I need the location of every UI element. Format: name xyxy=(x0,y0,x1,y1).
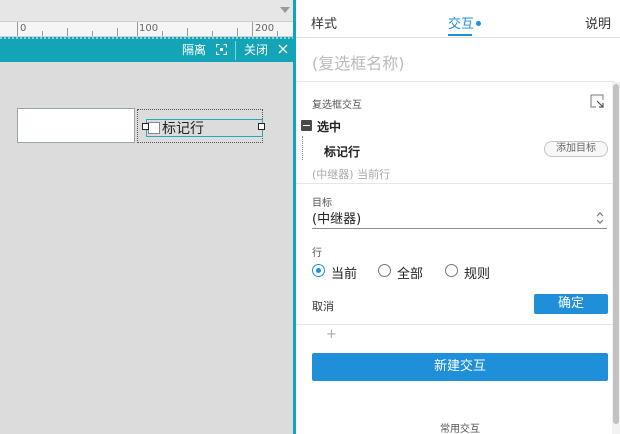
ruler-tick xyxy=(187,28,188,36)
confirm-button[interactable]: 确定 xyxy=(534,294,608,314)
radio-label: 当前 xyxy=(331,267,358,282)
action-label[interactable]: 标记行 xyxy=(324,143,360,160)
tab-notes[interactable]: 说明 xyxy=(585,13,611,32)
focus-frame-icon xyxy=(215,43,227,56)
resize-handle-left[interactable] xyxy=(142,123,149,130)
ruler-tick xyxy=(237,28,238,36)
ruler-label: 0 xyxy=(20,23,27,34)
radio-circle[interactable] xyxy=(378,264,391,277)
triangle-down-icon[interactable] xyxy=(280,7,290,13)
ruler-tick xyxy=(67,28,68,36)
close-label: 关闭 xyxy=(244,43,269,57)
checkbox-widget-label: 标记行 xyxy=(162,121,204,137)
radio-label: 全部 xyxy=(397,267,424,282)
active-tab-underline xyxy=(448,34,472,36)
radio-circle[interactable] xyxy=(445,264,458,277)
isolation-toolbar: 隔离 关闭 xyxy=(0,37,293,62)
section-title: 复选框交互 xyxy=(312,100,362,111)
inspector-panel: 样式 交互 说明 (复选框名称) 复选框交互 选中 标记行 添加目标 (中继器)… xyxy=(296,0,620,434)
ruler-tick xyxy=(42,31,43,36)
ruler-label: 200 xyxy=(255,23,275,34)
divider xyxy=(296,183,614,184)
checkbox-widget[interactable]: 标记行 xyxy=(137,109,263,143)
event-label[interactable]: 选中 xyxy=(317,118,341,135)
divider xyxy=(296,324,614,325)
ruler-label: 100 xyxy=(139,23,159,34)
close-isolation-button[interactable]: 关闭 xyxy=(244,39,288,62)
checkbox-square[interactable] xyxy=(148,122,160,134)
tab-interactions-label: 交互 xyxy=(448,17,475,32)
isolate-label: 隔离 xyxy=(182,43,207,57)
add-action-plus[interactable]: + xyxy=(326,327,337,342)
radio-circle[interactable] xyxy=(312,264,325,277)
divider xyxy=(296,81,614,82)
action-summary: (中继器) 当前行 xyxy=(312,168,391,181)
minus-box-icon[interactable] xyxy=(301,120,312,131)
target-value: (中继器) xyxy=(312,212,362,227)
updown-chevron-icon xyxy=(596,212,604,224)
tab-style[interactable]: 样式 xyxy=(311,13,337,32)
ruler-tick xyxy=(17,22,18,36)
scrollbar-thumb[interactable] xyxy=(613,84,619,424)
radio-label: 规则 xyxy=(464,267,491,282)
ruler-tick xyxy=(252,22,253,36)
ruler-tick xyxy=(212,31,213,36)
ruler-tick xyxy=(92,31,93,36)
ruler-tick xyxy=(277,31,278,36)
resize-handle-right[interactable] xyxy=(258,123,265,130)
indicator-dot-icon xyxy=(476,21,482,26)
collapse-corner-icon[interactable] xyxy=(590,94,604,108)
ruler-tick xyxy=(162,31,163,36)
ruler-top-strip xyxy=(0,0,293,22)
target-select[interactable]: (中继器) xyxy=(312,208,607,229)
canvas-area[interactable]: 0 100 200 隔离 关闭 标记行 xyxy=(0,0,293,434)
toolbar-divider xyxy=(235,41,236,60)
add-target-button[interactable]: 添加目标 xyxy=(544,141,608,157)
tree-connector xyxy=(302,136,303,160)
target-label: 目标 xyxy=(312,198,332,209)
ruler-tick xyxy=(137,22,138,36)
new-interaction-button[interactable]: 新建交互 xyxy=(312,353,608,381)
inspector-tabs: 样式 交互 说明 xyxy=(296,0,620,38)
common-interactions-label: 常用交互 xyxy=(440,424,480,434)
tab-interactions[interactable]: 交互 xyxy=(448,13,482,32)
isolate-button[interactable]: 隔离 xyxy=(182,39,227,62)
close-x-icon xyxy=(278,44,288,54)
ruler-tick xyxy=(117,28,118,36)
horizontal-ruler: 0 100 200 xyxy=(0,22,293,37)
cancel-button[interactable]: 取消 xyxy=(312,298,334,314)
text-field-widget[interactable] xyxy=(17,108,135,143)
row-label: 行 xyxy=(312,248,322,259)
widget-name-field[interactable]: (复选框名称) xyxy=(312,50,405,74)
